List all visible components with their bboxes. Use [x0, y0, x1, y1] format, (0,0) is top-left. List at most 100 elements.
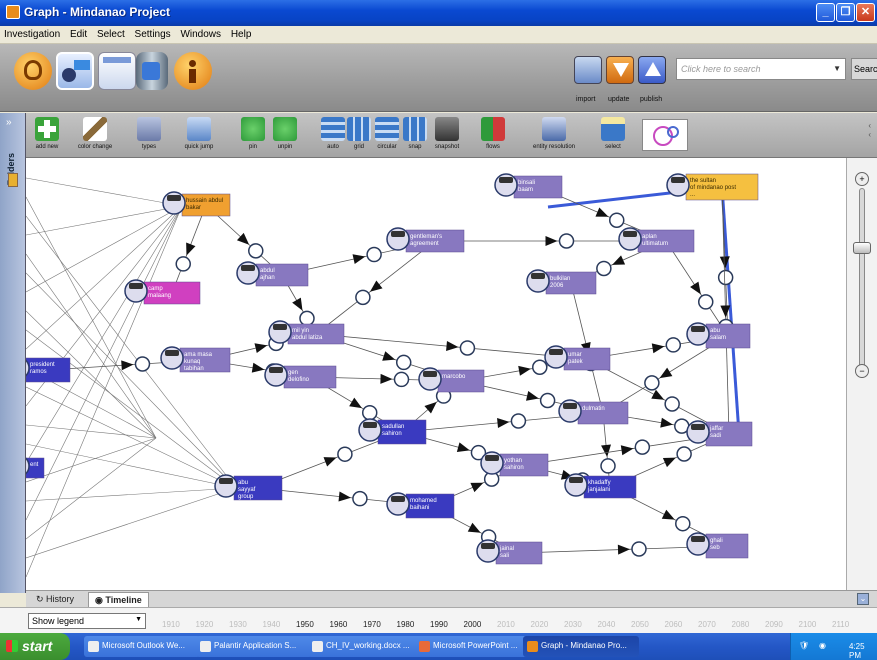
entity-label[interactable]: ultimatum — [642, 241, 668, 247]
unpin-tool[interactable]: unpin — [264, 115, 306, 157]
entity-label[interactable]: marcobo — [442, 374, 466, 380]
link-event-icon[interactable] — [608, 212, 625, 228]
menu-edit[interactable]: Edit — [66, 26, 90, 40]
entity-label[interactable]: khadaffy — [588, 480, 611, 486]
tab-history[interactable]: ↻ History — [30, 592, 80, 607]
link-event-icon[interactable] — [676, 446, 692, 462]
link-event-icon[interactable] — [248, 243, 264, 259]
entity-label[interactable]: president — [30, 362, 55, 368]
user-icon[interactable] — [14, 52, 52, 90]
link-event-icon[interactable] — [393, 371, 410, 388]
entity-label[interactable]: abu — [710, 328, 720, 334]
person-hat-icon[interactable] — [129, 283, 143, 289]
entity-label[interactable]: dulmatin — [582, 406, 605, 412]
maximize-button[interactable]: ❐ — [836, 3, 855, 22]
entity-label[interactable]: abdul — [260, 268, 275, 274]
link-event-icon[interactable] — [596, 260, 612, 277]
link-event-icon[interactable] — [361, 404, 378, 421]
task-outlook[interactable]: Microsoft Outlook We... — [84, 636, 200, 657]
link-event-icon[interactable] — [664, 396, 680, 412]
entity-label[interactable]: binsali — [518, 180, 535, 186]
menu-windows[interactable]: Windows — [176, 26, 224, 40]
entity-label[interactable]: sahiron — [504, 465, 524, 471]
entity-label[interactable]: ent — [30, 462, 39, 468]
link-event-icon[interactable] — [532, 359, 548, 375]
person-hat-icon[interactable] — [241, 265, 255, 271]
entity-label[interactable]: sayyaf — [238, 487, 256, 493]
entity-label[interactable]: abdul latiza — [292, 335, 323, 341]
menu-settings[interactable]: Settings — [131, 26, 174, 40]
folders-panel[interactable]: » Folders — [0, 113, 26, 593]
person-hat-icon[interactable] — [165, 350, 179, 356]
link-event-icon[interactable] — [600, 458, 616, 474]
link-event-icon[interactable] — [697, 294, 714, 310]
entity-label[interactable]: sadi — [710, 433, 721, 439]
entity-label[interactable]: seb — [710, 545, 720, 551]
link-event-icon[interactable] — [366, 246, 382, 263]
entity-label[interactable]: malaang — [148, 293, 171, 299]
person-hat-icon[interactable] — [363, 422, 377, 428]
quick-jump-tool[interactable]: quick jump — [178, 115, 220, 157]
entity-label[interactable]: ajhan — [260, 275, 275, 281]
person-hat-icon[interactable] — [691, 326, 705, 332]
entity-resolution-tool[interactable]: entity resolution — [526, 115, 582, 157]
person-hat-icon[interactable] — [423, 371, 437, 377]
link-event-icon[interactable] — [299, 310, 315, 327]
entity-label[interactable]: kunaq — [184, 359, 200, 365]
entity-label[interactable]: umar — [568, 352, 582, 358]
entity-label[interactable]: patek — [568, 359, 584, 365]
link-event-icon[interactable] — [395, 354, 412, 371]
link-event-icon[interactable] — [352, 490, 368, 507]
link-event-icon[interactable] — [634, 439, 651, 455]
zoom-slider-track[interactable] — [859, 188, 865, 378]
entity-label[interactable]: sahiron — [382, 431, 402, 437]
entity-label[interactable]: ghali — [710, 538, 723, 544]
publish-button-label[interactable]: publish — [640, 96, 662, 103]
person-hat-icon[interactable] — [481, 543, 495, 549]
close-button[interactable]: ✕ — [856, 3, 875, 22]
person-hat-icon[interactable] — [167, 195, 181, 201]
link-event-icon[interactable] — [675, 515, 691, 532]
person-hat-icon[interactable] — [391, 496, 405, 502]
entity-label[interactable]: tabihan — [184, 366, 204, 372]
tray-shield-icon[interactable]: 🛡 — [799, 641, 809, 650]
entity-label[interactable]: bakar — [186, 205, 201, 211]
entity-label[interactable]: sadullan — [382, 424, 404, 430]
person-hat-icon[interactable] — [549, 349, 563, 355]
link-event-icon[interactable] — [175, 256, 191, 272]
select-tool[interactable]: select — [592, 115, 634, 157]
person-hat-icon[interactable] — [671, 177, 685, 183]
task-powerpoint[interactable]: Microsoft PowerPoint ... — [415, 636, 531, 657]
person-hat-icon[interactable] — [219, 478, 233, 484]
entity-label[interactable]: agreement — [410, 241, 439, 247]
entity-label[interactable]: mil yin — [292, 328, 309, 334]
person-hat-icon[interactable] — [391, 231, 405, 237]
tray-network-icon[interactable]: ◉ — [819, 641, 826, 650]
color-change-tool[interactable]: color change — [74, 115, 116, 157]
menu-investigation[interactable]: Investigation — [0, 26, 63, 40]
entity-label[interactable]: baam — [518, 187, 533, 193]
menu-select[interactable]: Select — [93, 26, 128, 40]
task-palantir[interactable]: Palantir Application S... — [196, 636, 312, 657]
link-event-icon[interactable] — [717, 269, 734, 286]
link-event-icon[interactable] — [134, 356, 151, 372]
zoom-slider-handle[interactable] — [853, 242, 871, 254]
update-icon[interactable] — [606, 56, 634, 84]
chevron-down-icon[interactable]: ▼ — [135, 616, 142, 623]
link-event-icon[interactable] — [337, 446, 353, 462]
person-hat-icon[interactable] — [485, 455, 499, 461]
import-icon[interactable] — [574, 56, 602, 84]
entity-label[interactable]: ... — [690, 192, 695, 198]
person-hat-icon[interactable] — [569, 477, 583, 483]
entity-label[interactable]: hussain abdul — [186, 198, 223, 204]
entity-label[interactable]: the sultan — [690, 178, 716, 184]
entity-label[interactable]: ramos — [30, 369, 47, 375]
menu-help[interactable]: Help — [227, 26, 255, 40]
minimize-button[interactable]: _ — [816, 3, 835, 22]
entity-label[interactable]: jainal — [499, 546, 514, 552]
link-event-icon[interactable] — [644, 375, 660, 391]
tab-timeline[interactable]: ◉ Timeline — [88, 592, 149, 607]
link-event-icon[interactable] — [459, 340, 476, 356]
types-tool[interactable]: types — [128, 115, 170, 157]
zoom-out-icon[interactable]: − — [855, 364, 869, 378]
